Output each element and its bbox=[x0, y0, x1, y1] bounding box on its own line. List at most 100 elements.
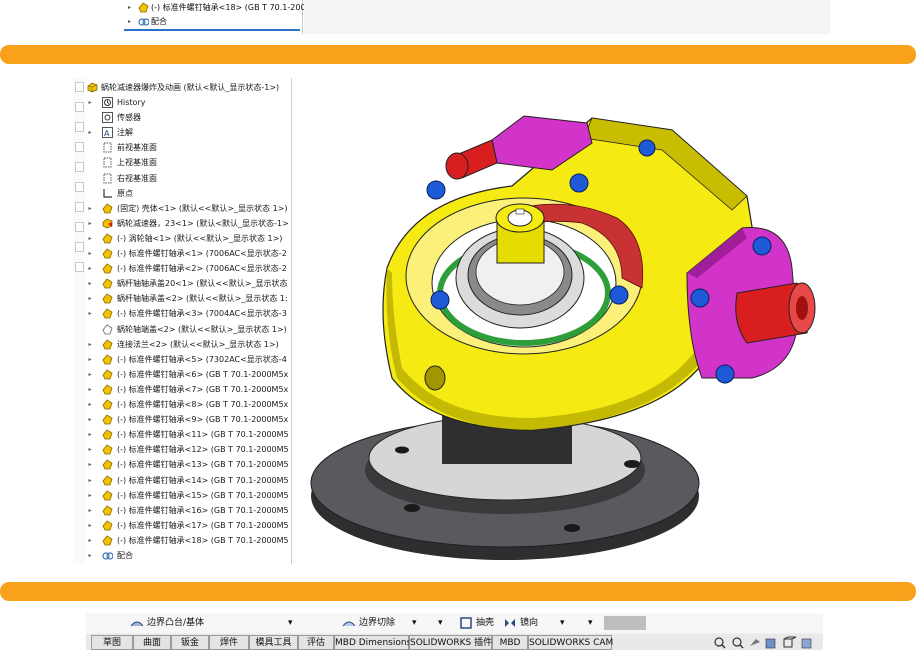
section-view-icon[interactable] bbox=[765, 638, 776, 649]
tool-icon[interactable] bbox=[75, 82, 84, 92]
tree-item[interactable]: ▸ (-) 标准件螺钉轴承<12> (GB T 70.1-2000M5 bbox=[85, 442, 291, 457]
tab-solidworks-cam[interactable]: SOLIDWORKS CAM bbox=[528, 635, 613, 650]
expand-arrow-icon[interactable]: ▸ bbox=[86, 397, 94, 412]
dropdown-caret-icon[interactable]: ▾ bbox=[438, 613, 443, 633]
expand-arrow-icon[interactable]: ▸ bbox=[86, 261, 94, 276]
expand-arrow-icon[interactable]: ▸ bbox=[86, 306, 94, 321]
tree-item[interactable]: ▸ (-) 标准件螺钉轴承<2> (7006AC<显示状态-2 bbox=[85, 261, 291, 276]
expand-arrow-icon[interactable]: ▸ bbox=[86, 246, 94, 261]
tree-root[interactable]: 蜗轮减速器爆炸及动画 (默认<默认_显示状态-1>) bbox=[85, 80, 291, 95]
graphics-viewport[interactable] bbox=[292, 78, 844, 564]
part-icon bbox=[138, 2, 149, 13]
tree-item-label: 连接法兰<2> (默认<<默认>_显示状态 1>) bbox=[117, 339, 279, 349]
tab-sketch[interactable]: 草图 bbox=[91, 635, 133, 650]
view-orientation-icon[interactable] bbox=[783, 636, 797, 648]
expand-arrow-icon[interactable]: ▸ bbox=[86, 533, 94, 548]
tool-icon[interactable] bbox=[75, 102, 84, 112]
tree-item[interactable]: ▸ (固定) 壳体<1> (默认<<默认>_显示状态 1>) bbox=[85, 201, 291, 216]
svg-text:A: A bbox=[104, 129, 110, 138]
tab-sheetmetal[interactable]: 钣金 bbox=[171, 635, 209, 650]
expand-arrow-icon[interactable]: ▸ bbox=[86, 473, 94, 488]
tool-icon[interactable] bbox=[75, 262, 84, 272]
expand-arrow-icon[interactable]: ▸ bbox=[86, 412, 94, 427]
tree-item[interactable]: ▸ (-) 标准件螺钉轴承<3> (7004AC<显示状态-3 bbox=[85, 306, 291, 321]
tree-item[interactable]: ▸ (-) 标准件螺钉轴承<13> (GB T 70.1-2000M5 bbox=[85, 457, 291, 472]
dropdown-caret-icon[interactable]: ▾ bbox=[288, 613, 293, 633]
expand-arrow-icon[interactable]: ▸ bbox=[128, 0, 131, 15]
tree-item[interactable]: ▸ (-) 标准件螺钉轴承<6> (GB T 70.1-2000M5x bbox=[85, 367, 291, 382]
previous-view-icon[interactable] bbox=[750, 639, 760, 646]
tree-item[interactable]: ▸ 蜗轮减速器，23<1> (默认<默认_显示状态-1> bbox=[85, 216, 291, 231]
tree-item[interactable]: 传感器 bbox=[85, 110, 291, 125]
tree-item[interactable]: ▸ (-) 涡轮轴<1> (默认<<默认>_显示状态 1>) bbox=[85, 231, 291, 246]
tree-item[interactable]: ▸ (-) 标准件螺钉轴承<11> (GB T 70.1-2000M5 bbox=[85, 427, 291, 442]
tool-icon[interactable] bbox=[75, 162, 84, 172]
expand-arrow-icon[interactable]: ▸ bbox=[86, 216, 94, 231]
tab-mold-tools[interactable]: 模具工具 bbox=[249, 635, 298, 650]
tree-item[interactable]: ▸ (-) 标准件螺钉轴承<9> (GB T 70.1-2000M5x bbox=[85, 412, 291, 427]
tree-item[interactable]: ▸ (-) 标准件螺钉轴承<7> (GB T 70.1-2000M5x bbox=[85, 382, 291, 397]
zoom-icon[interactable] bbox=[714, 637, 726, 649]
tab-surface[interactable]: 曲面 bbox=[133, 635, 171, 650]
tree-item[interactable]: ▸ (-) 标准件螺钉轴承<1> (7006AC<显示状态-2 bbox=[85, 246, 291, 261]
expand-arrow-icon[interactable]: ▸ bbox=[86, 352, 94, 367]
tree-item[interactable]: ▸ 蜗杆轴轴承盖20<1> (默认<<默认>_显示状态 bbox=[85, 276, 291, 291]
tree-item[interactable]: ▸ A 注解 bbox=[85, 125, 291, 140]
tool-icon[interactable] bbox=[75, 142, 84, 152]
expand-arrow-icon[interactable]: ▸ bbox=[128, 14, 131, 29]
expand-arrow-icon[interactable]: ▸ bbox=[86, 382, 94, 397]
expand-arrow-icon[interactable]: ▸ bbox=[86, 488, 94, 503]
tree-item-label: (固定) 壳体<1> (默认<<默认>_显示状态 1>) bbox=[117, 203, 288, 213]
expand-arrow-icon[interactable]: ▸ bbox=[86, 548, 94, 563]
dropdown-caret-icon[interactable]: ▾ bbox=[560, 613, 565, 633]
expand-arrow-icon[interactable]: ▸ bbox=[86, 291, 94, 306]
part-icon bbox=[102, 369, 113, 380]
tree-item[interactable]: ▸ (-) 标准件螺钉轴承<18> (GB T 70.1-2000M5 bbox=[85, 533, 291, 548]
tool-icon[interactable] bbox=[75, 182, 84, 192]
tool-icon[interactable] bbox=[75, 222, 84, 232]
display-style-icon[interactable] bbox=[801, 638, 812, 649]
expand-arrow-icon[interactable]: ▸ bbox=[86, 125, 94, 140]
tab-mbd[interactable]: MBD bbox=[492, 635, 528, 650]
expand-arrow-icon[interactable]: ▸ bbox=[86, 427, 94, 442]
tree-item[interactable]: 前视基准面 bbox=[85, 140, 291, 155]
tree-item[interactable]: ▸ (-) 标准件螺钉轴承<17> (GB T 70.1-2000M5 bbox=[85, 518, 291, 533]
tree-item[interactable]: ▸ 蜗杆轴轴承盖<2> (默认<<默认>_显示状态 1: bbox=[85, 291, 291, 306]
expand-arrow-icon[interactable]: ▸ bbox=[86, 442, 94, 457]
tree-item[interactable]: 原点 bbox=[85, 186, 291, 201]
expand-arrow-icon[interactable]: ▸ bbox=[86, 231, 94, 246]
expand-arrow-icon[interactable]: ▸ bbox=[86, 201, 94, 216]
tab-mbd-dimensions[interactable]: MBD Dimensions bbox=[334, 635, 411, 650]
expand-arrow-icon[interactable]: ▸ bbox=[86, 276, 94, 291]
tab-solidworks-addins[interactable]: SOLIDWORKS 插件 bbox=[409, 635, 492, 650]
tree-item[interactable]: ▸ 连接法兰<2> (默认<<默认>_显示状态 1>) bbox=[85, 337, 291, 352]
expand-arrow-icon[interactable]: ▸ bbox=[86, 503, 94, 518]
selection-underline bbox=[124, 29, 300, 31]
zoom-area-icon[interactable] bbox=[732, 637, 744, 649]
tree-item[interactable]: 右视基准面 bbox=[85, 171, 291, 186]
expand-arrow-icon[interactable]: ▸ bbox=[86, 337, 94, 352]
tree-item[interactable]: ▸ (-) 标准件螺钉轴承<16> (GB T 70.1-2000M5 bbox=[85, 503, 291, 518]
tree-item[interactable]: 蜗轮轴端盖<2> (默认<<默认>_显示状态 1>) bbox=[85, 322, 291, 337]
tree-item[interactable]: 上视基准面 bbox=[85, 155, 291, 170]
tool-icon[interactable] bbox=[75, 122, 84, 132]
tree-item[interactable]: ▸ (-) 标准件螺钉轴承<8> (GB T 70.1-2000M5x bbox=[85, 397, 291, 412]
tab-weldments[interactable]: 焊件 bbox=[209, 635, 249, 650]
shell-icon bbox=[460, 617, 472, 629]
dropdown-caret-icon[interactable]: ▾ bbox=[588, 613, 593, 633]
tree-item[interactable]: ▸ (-) 标准件螺钉轴承<14> (GB T 70.1-2000M5 bbox=[85, 473, 291, 488]
dropdown-caret-icon[interactable]: ▾ bbox=[412, 613, 417, 633]
expand-arrow-icon[interactable]: ▸ bbox=[86, 518, 94, 533]
tree-item[interactable]: ▸ (-) 标准件螺钉轴承<5> (7302AC<显示状态-4 bbox=[85, 352, 291, 367]
tree-item[interactable]: ▸ (-) 标准件螺钉轴承<15> (GB T 70.1-2000M5 bbox=[85, 488, 291, 503]
expand-arrow-icon[interactable]: ▸ bbox=[86, 367, 94, 382]
part-icon bbox=[102, 474, 113, 485]
expand-arrow-icon[interactable]: ▸ bbox=[86, 457, 94, 472]
tool-icon[interactable] bbox=[75, 242, 84, 252]
tab-evaluate[interactable]: 评估 bbox=[298, 635, 334, 650]
tree-item[interactable]: ▸ History bbox=[85, 95, 291, 110]
expand-arrow-icon[interactable]: ▸ bbox=[86, 95, 94, 110]
tree-item-label: 蜗轮减速器，23<1> (默认<默认_显示状态-1> bbox=[117, 218, 289, 228]
tool-icon[interactable] bbox=[75, 202, 84, 212]
tree-item[interactable]: ▸ 配合 bbox=[85, 548, 291, 563]
